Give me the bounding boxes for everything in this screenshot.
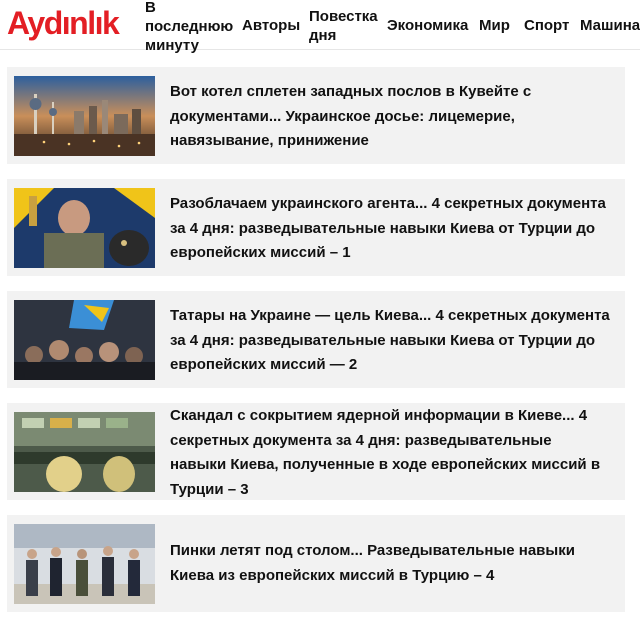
nav-item-authors[interactable]: Авторы	[242, 16, 300, 35]
article-card[interactable]: Пинки летят под столом... Разведывательн…	[7, 515, 625, 612]
article-card[interactable]: Разоблачаем украинского агента... 4 секр…	[7, 179, 625, 276]
site-header: Aydınlık В последнюю минуту Авторы Повес…	[0, 0, 640, 54]
article-card[interactable]: Татары на Украине — цель Киева... 4 секр…	[7, 291, 625, 388]
article-title[interactable]: Пинки летят под столом... Разведывательн…	[170, 539, 610, 588]
article-title[interactable]: Татары на Украине — цель Киева... 4 секр…	[170, 304, 610, 378]
article-card[interactable]: Скандал с сокрытием ядерной информации в…	[7, 403, 625, 500]
nav-item-economy[interactable]: Экономика	[387, 16, 468, 35]
article-title[interactable]: Разоблачаем украинского агента... 4 секр…	[170, 192, 610, 266]
nav-item-world[interactable]: Мир	[479, 16, 510, 35]
crowd-protest-image[interactable]	[14, 300, 155, 380]
site-logo[interactable]: Aydınlık	[7, 5, 120, 41]
article-card[interactable]: Вот котел сплетен западных послов в Куве…	[7, 67, 625, 164]
article-title[interactable]: Скандал с сокрытием ядерной информации в…	[170, 404, 610, 502]
control-room-image[interactable]	[14, 412, 155, 492]
nav-item-agenda[interactable]: Повестка дня	[309, 7, 381, 45]
nav-item-car[interactable]: Машина	[580, 16, 640, 35]
officials-walking-image[interactable]	[14, 524, 155, 604]
nav-item-sport[interactable]: Спорт	[524, 16, 569, 35]
nav-item-breaking-news[interactable]: В последнюю минуту	[145, 0, 237, 55]
city-skyline-image[interactable]	[14, 76, 155, 156]
article-title[interactable]: Вот котел сплетен западных послов в Куве…	[170, 80, 610, 154]
soldier-portrait-image[interactable]	[14, 188, 155, 268]
